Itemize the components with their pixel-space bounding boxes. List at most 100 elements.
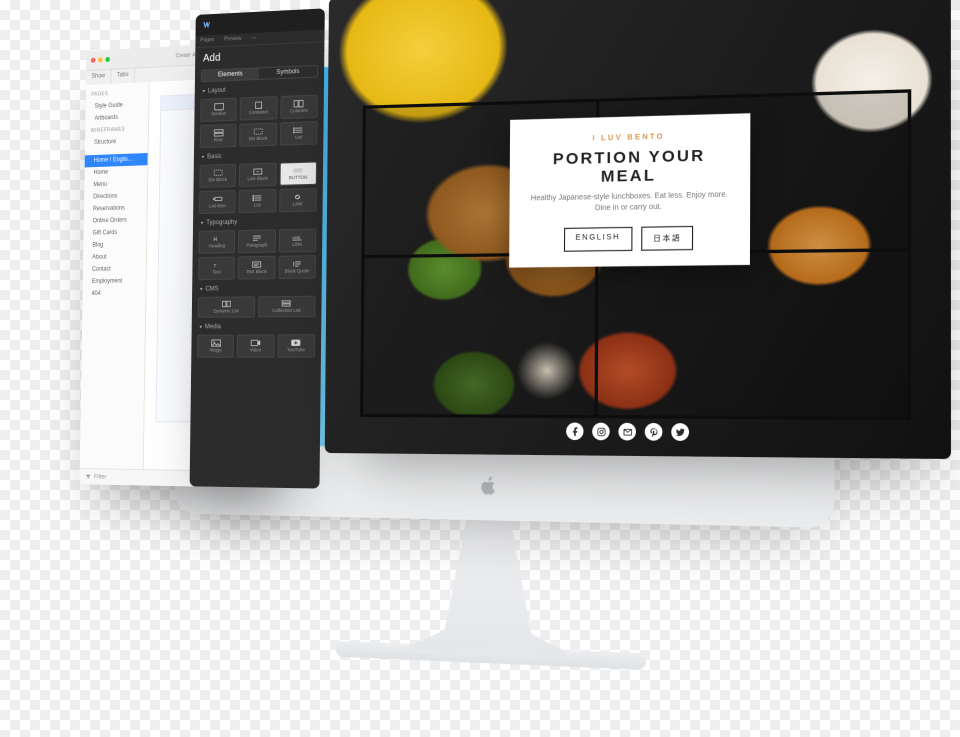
subtab-elements[interactable]: Elements — [202, 68, 259, 81]
subtab-symbols[interactable]: Symbols — [259, 66, 317, 79]
add-element-container[interactable]: Container — [240, 96, 277, 121]
add-element-label: Link Block — [247, 177, 267, 182]
top-tab[interactable]: Pages — [195, 35, 219, 48]
language-japanese-button[interactable]: 日本語 — [641, 226, 694, 251]
hero-subtitle-line: Healthy Japanese-style lunchboxes. Eat l… — [531, 191, 728, 202]
add-element-paragraph[interactable]: Paragraph — [238, 229, 275, 253]
text-icon: T — [212, 261, 222, 270]
language-english-button[interactable]: ENGLISH — [564, 227, 633, 252]
add-section-grid: Dynamic List Collection List — [192, 294, 322, 323]
close-icon[interactable] — [91, 58, 96, 63]
pinterest-icon[interactable] — [645, 423, 663, 441]
add-element-label: Section — [211, 112, 226, 117]
website-hero-preview: I LUV BENTO PORTION YOUR MEAL Healthy Ja… — [325, 0, 951, 459]
nav-item[interactable]: Structure — [85, 135, 148, 150]
add-section-grid: HHeading Paragraph LINK LINK T Text Text Block… — [192, 226, 322, 284]
envelope-icon[interactable] — [618, 423, 636, 441]
imac-stand — [411, 501, 567, 657]
filter-icon — [85, 473, 91, 480]
add-element-label: Collection List — [272, 309, 300, 314]
window-tab[interactable]: Show — [86, 70, 112, 85]
add-element-label: Video — [250, 348, 261, 353]
add-element-label: Columns — [290, 109, 308, 114]
add-element-blockquote[interactable]: Block Quote — [278, 255, 316, 279]
add-element-label: YouTube — [287, 348, 305, 353]
add-element-label: Heading — [209, 244, 226, 249]
list-icon — [252, 194, 262, 203]
add-element-button[interactable]: BUTTON — [279, 161, 317, 185]
add-element-heading[interactable]: HHeading — [199, 230, 236, 254]
twitter-icon[interactable] — [671, 423, 689, 441]
add-element-label: Dynamic List — [213, 309, 239, 314]
add-element-listitem[interactable]: List Item — [199, 190, 236, 214]
add-element-dynlist[interactable]: Dynamic List — [198, 296, 255, 318]
paragraph-icon — [252, 234, 262, 243]
top-tab[interactable]: Preview — [219, 33, 247, 46]
svg-text:LINK: LINK — [293, 236, 302, 241]
add-element-textlink[interactable]: LINK LINK — [278, 229, 316, 253]
add-element-textblock[interactable]: Text Block — [238, 256, 275, 280]
list-icon — [293, 126, 303, 135]
footer-label: Filter — [94, 474, 106, 480]
add-element-row[interactable]: Row — [200, 124, 237, 148]
add-section-grid: Div Block Link Block BUTTON List Item List LI… — [193, 159, 323, 218]
image-icon — [211, 339, 221, 347]
add-element-columns[interactable]: Columns — [280, 95, 318, 120]
hero-subtitle: Healthy Japanese-style lunchboxes. Eat l… — [524, 190, 734, 216]
add-element-section[interactable]: Section — [200, 98, 237, 122]
add-element-label: Text Block — [246, 270, 266, 275]
add-section-grid: Section Container Columns Row Div Block List — [194, 92, 324, 152]
add-element-label: LINK — [293, 202, 303, 207]
add-elements-panel: Pages Preview — Add Elements Symbols Lay… — [190, 8, 325, 488]
add-element-label: List — [295, 136, 302, 141]
zoom-icon[interactable] — [105, 57, 110, 62]
add-section-heading[interactable]: Media — [192, 321, 322, 332]
webflow-logo-icon — [201, 20, 210, 30]
hero-title: PORTION YOUR MEAL — [525, 146, 735, 188]
tree-item[interactable]: About — [83, 251, 146, 264]
blockquote-icon — [292, 260, 302, 269]
instagram-icon[interactable] — [592, 423, 610, 441]
add-element-label: Text — [213, 271, 221, 276]
add-element-label: BUTTON — [289, 176, 308, 181]
textblock-icon — [252, 261, 262, 270]
add-element-label: Div Block — [249, 137, 268, 142]
facebook-icon[interactable] — [566, 422, 583, 440]
window-tab[interactable]: Tabs — [111, 69, 135, 84]
add-element-collection[interactable]: Collection List — [257, 296, 315, 318]
tree-item[interactable]: 404 — [82, 287, 145, 300]
add-element-image[interactable]: Image — [197, 335, 234, 358]
add-element-list[interactable]: List — [280, 121, 318, 146]
minimize-icon[interactable] — [98, 57, 103, 62]
textlink-icon: LINK — [292, 233, 302, 242]
tree-item[interactable]: Employment — [83, 275, 146, 288]
link-icon — [293, 193, 303, 202]
hero-social-row — [566, 422, 689, 440]
row-icon — [213, 129, 223, 138]
tree-item[interactable]: Contact — [83, 263, 146, 276]
top-tab[interactable]: — — [246, 33, 261, 45]
add-element-divblock[interactable]: Div Block — [240, 122, 277, 146]
divblock-icon — [213, 169, 223, 178]
collection-icon — [281, 299, 291, 308]
add-element-label: LINK — [292, 243, 302, 248]
add-element-text[interactable]: T Text — [198, 256, 235, 280]
hero-buttons: ENGLISH 日本語 — [524, 226, 734, 253]
divblock-icon — [253, 127, 263, 136]
add-element-label: List Item — [209, 204, 226, 209]
hero-eyebrow: I LUV BENTO — [525, 132, 735, 145]
add-element-link[interactable]: LINK — [279, 188, 317, 212]
add-element-video[interactable]: Video — [237, 334, 274, 357]
heading-icon: H — [212, 235, 222, 244]
add-element-linkblock[interactable]: Link Block — [239, 163, 276, 187]
svg-text:T: T — [213, 263, 216, 268]
add-element-divblock[interactable]: Div Block — [199, 164, 236, 188]
add-element-label: Paragraph — [246, 243, 267, 248]
add-element-youtube[interactable]: YouTube — [277, 334, 315, 358]
youtube-icon — [291, 339, 301, 348]
add-element-label: Container — [249, 110, 268, 115]
add-element-list[interactable]: List — [239, 189, 276, 213]
add-element-label: List — [254, 203, 261, 208]
hero-card: I LUV BENTO PORTION YOUR MEAL Healthy Ja… — [509, 113, 750, 268]
video-icon — [251, 339, 261, 348]
